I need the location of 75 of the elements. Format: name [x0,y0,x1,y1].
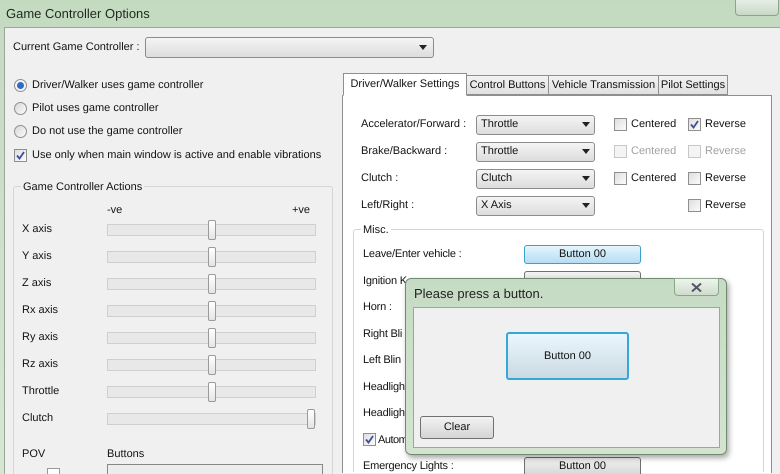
checkbox-label: Reverse [705,198,746,214]
dialog-title: Please press a button. [414,285,544,303]
slider-thumb[interactable] [208,220,216,240]
checkbox[interactable] [688,118,701,131]
checkbox-label: Reverse [705,117,746,132]
field-label: Headligh [363,380,405,392]
axis-min-label: -ve [107,203,124,216]
axis-dropdown[interactable]: X Axis [476,196,595,216]
assign-button[interactable]: Button 00 [524,456,641,474]
window-title: Game Controller Options [6,4,150,23]
checkbox-label: Centered [631,171,676,186]
axis-label: Y axis [22,249,53,264]
axis-label: Throttle [22,384,60,400]
radio-label: Do not use the game controller [32,124,182,140]
field-label: Headligh [363,407,405,419]
checkbox-label: Use only when main window is active and enable vibrations [32,148,322,164]
axis-label: Ry axis [22,330,60,346]
axis-label: Rx axis [22,303,60,318]
axis-label: Z axis [22,276,52,292]
slider-thumb[interactable] [208,300,216,320]
dropdown-arrow-icon [582,149,590,154]
slider-thumb[interactable] [208,354,216,374]
field-label: Accelerator/Forward : [361,117,468,132]
checkbox[interactable] [614,172,627,185]
axis-label: Clutch [22,411,54,426]
checkbox[interactable] [363,433,376,446]
radio-label: Pilot uses game controller [32,101,159,116]
axis-max-label: +ve [292,203,310,216]
slider-thumb[interactable] [208,246,216,266]
axis-dropdown[interactable]: Clutch [476,168,595,188]
axis-dropdown[interactable]: Throttle [476,142,595,162]
field-label: Current Game Controller : [13,40,140,53]
axis-label: Rz axis [22,357,60,372]
slider-thumb[interactable] [208,274,216,294]
buttons-label: Buttons [107,446,144,462]
dropdown-arrow-icon [582,122,590,127]
tab[interactable]: Vehicle Transmission [548,75,659,95]
checkbox-label: Reverse [705,171,746,186]
clear-button[interactable]: Clear [420,416,494,439]
checkbox[interactable] [14,149,27,162]
radio-label: Driver/Walker uses game controller [32,78,204,94]
slider-thumb[interactable] [208,328,216,348]
tab[interactable]: Control Buttons [466,75,549,95]
checkbox[interactable] [688,199,701,212]
checkbox-label: Centered [631,144,676,160]
dropdown-arrow-icon [419,44,427,50]
close-icon [691,282,702,292]
controller-dropdown[interactable] [145,36,434,58]
radio-button[interactable] [14,102,27,115]
tab[interactable]: Pilot Settings [658,75,728,95]
slider-thumb[interactable] [307,408,315,428]
field-label: Right Bli [363,328,402,340]
field-label: Horn : [363,301,392,313]
checkbox[interactable] [688,172,701,185]
slider-thumb[interactable] [208,382,216,402]
axis-dropdown[interactable]: Throttle [476,114,595,134]
field-label: Clutch : [361,171,400,186]
dropdown-arrow-icon [582,176,590,181]
field-label: Emergency Lights : [363,460,454,472]
assign-button[interactable]: Button 00 [524,244,641,264]
field-label: Brake/Backward : [361,144,448,160]
field-label: Left Blin [363,354,401,366]
field-label: Leave/Enter vehicle : [363,248,462,260]
dropdown-arrow-icon [582,203,590,208]
checkbox[interactable] [614,118,627,131]
pressed-button-display[interactable]: Button 00 [506,332,629,380]
close-button[interactable] [674,278,719,296]
tab[interactable]: Driver/Walker Settings [343,73,467,96]
radio-button[interactable] [14,79,27,92]
radio-button[interactable] [14,125,27,138]
axis-label: X axis [22,222,53,238]
pov-label: POV [22,446,46,462]
checkbox-label: Reverse [705,144,746,160]
checkbox-label: Centered [631,117,676,132]
field-label: Left/Right : [361,198,416,214]
